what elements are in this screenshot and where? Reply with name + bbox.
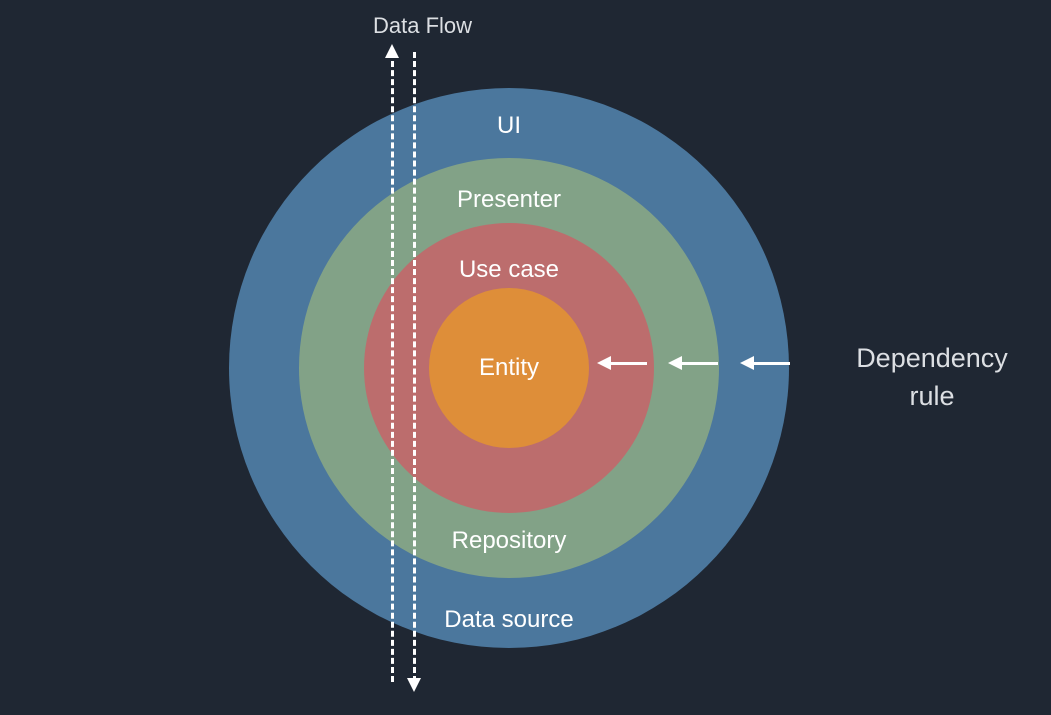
- data-flow-label: Data Flow: [373, 13, 472, 39]
- dependency-arrow-2: [680, 362, 718, 365]
- dependency-arrow-1: [609, 362, 647, 365]
- data-flow-line-down: [413, 52, 416, 682]
- dependency-arrow-3: [752, 362, 790, 365]
- label-usecase: Use case: [409, 256, 609, 284]
- dependency-rule-label: Dependency rule: [842, 340, 1022, 416]
- label-ui: UI: [409, 112, 609, 140]
- arrow-up-icon: [385, 44, 399, 58]
- label-datasource: Data source: [409, 606, 609, 634]
- label-presenter: Presenter: [409, 186, 609, 214]
- label-repository: Repository: [409, 527, 609, 555]
- arrow-down-icon: [407, 678, 421, 692]
- data-flow-line-up: [391, 52, 394, 682]
- label-entity: Entity: [409, 354, 609, 382]
